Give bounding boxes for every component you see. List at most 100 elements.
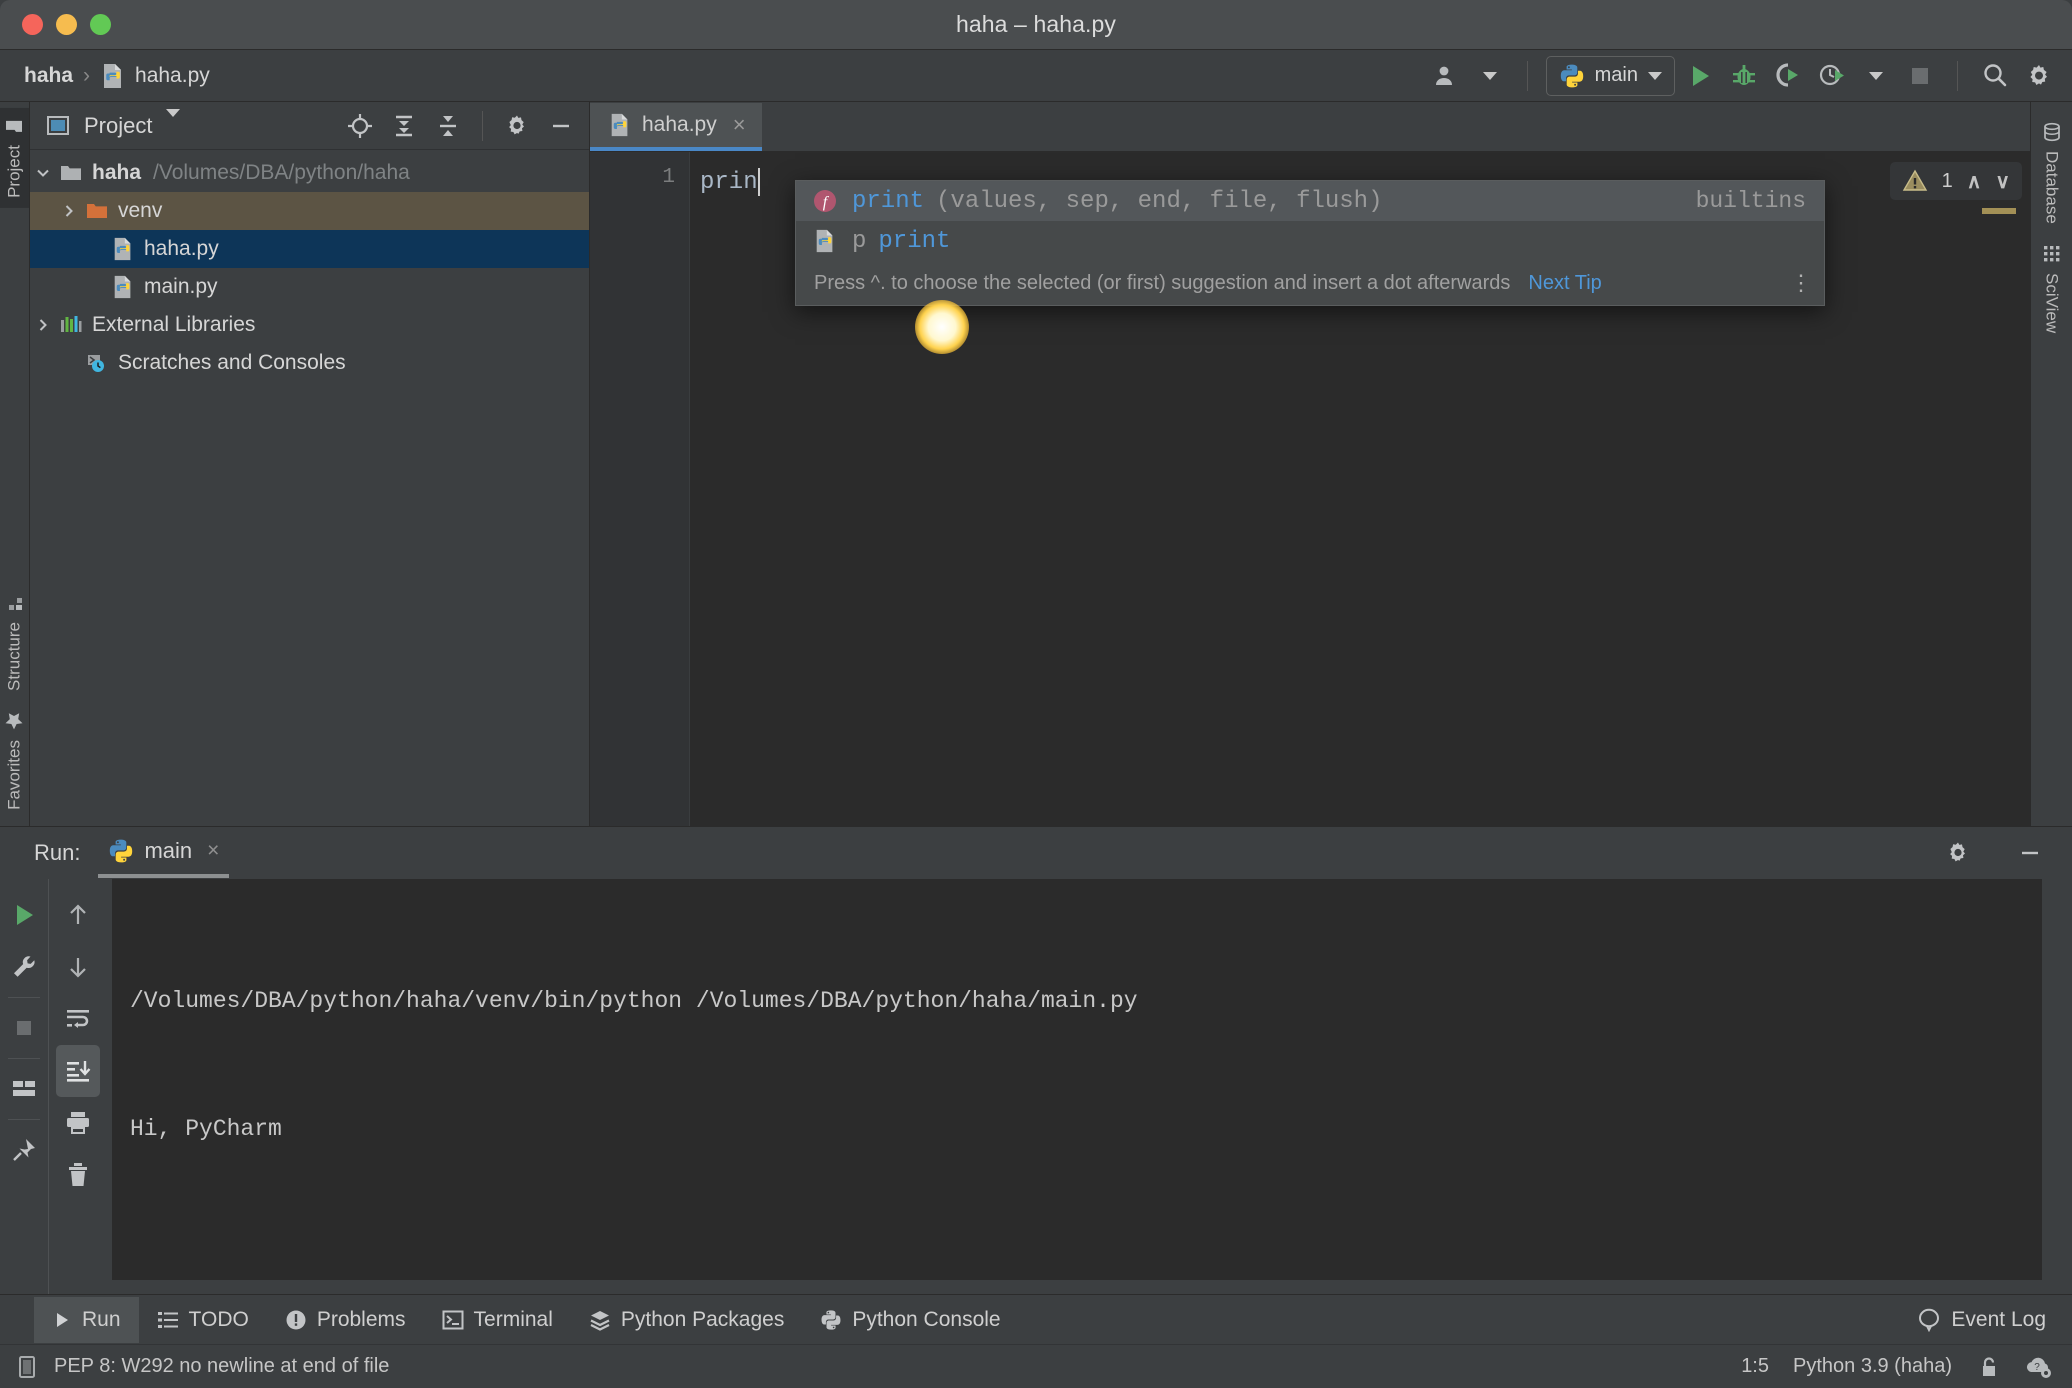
pycharm-window: haha – haha.py haha › haha.py	[0, 0, 2072, 1388]
favorites-tab-label: Favorites	[5, 740, 25, 810]
debug-button[interactable]	[1725, 57, 1763, 95]
tool-button-python-packages-label: Python Packages	[621, 1308, 784, 1332]
autocomplete-popup[interactable]: f print(values, sep, end, file, flush) b…	[795, 180, 1825, 306]
run-console-output[interactable]: /Volumes/DBA/python/haha/venv/bin/python…	[112, 879, 2042, 1280]
run-settings-gear-icon[interactable]	[1940, 835, 1976, 871]
document-icon[interactable]	[14, 1354, 40, 1380]
rerun-icon[interactable]	[2, 889, 46, 941]
breadcrumb-file[interactable]: haha.py	[100, 63, 210, 89]
code-editor[interactable]: 1 prin 1	[590, 152, 2030, 826]
zoom-window-button[interactable]	[90, 14, 111, 35]
run-with-coverage-button[interactable]	[1769, 57, 1807, 95]
previous-problem-icon[interactable]: ∧	[1967, 169, 1982, 194]
next-tip-link[interactable]: Next Tip	[1528, 272, 1601, 295]
stop-button[interactable]	[1901, 57, 1939, 95]
database-icon	[2042, 122, 2062, 142]
tree-row-main-py[interactable]: main.py	[30, 268, 589, 306]
status-bar: PEP 8: W292 no newline at end of file 1:…	[0, 1344, 2072, 1388]
tool-button-run[interactable]: Run	[34, 1297, 139, 1343]
trash-icon[interactable]	[56, 1149, 100, 1201]
unlock-icon[interactable]	[1976, 1355, 2000, 1379]
profile-dropdown-icon[interactable]	[1857, 57, 1895, 95]
autocomplete-source: builtins	[1696, 188, 1806, 214]
settings-wrench-icon[interactable]	[2, 941, 46, 993]
tool-button-terminal-label: Terminal	[474, 1308, 553, 1332]
close-icon[interactable]: ×	[733, 112, 746, 138]
tool-button-terminal[interactable]: Terminal	[424, 1297, 571, 1343]
tool-button-run-label: Run	[82, 1308, 121, 1332]
autocomplete-item-print-builtin[interactable]: f print(values, sep, end, file, flush) b…	[796, 181, 1824, 221]
locate-icon[interactable]	[342, 108, 378, 144]
python-file-icon	[108, 237, 138, 261]
folder-icon	[56, 161, 86, 185]
chevron-down-icon[interactable]	[30, 165, 56, 181]
user-account-icon[interactable]	[1427, 57, 1465, 95]
project-settings-gear-icon[interactable]	[499, 108, 535, 144]
soft-wrap-icon[interactable]	[56, 993, 100, 1045]
down-arrow-icon[interactable]	[56, 941, 100, 993]
breadcrumb-project[interactable]: haha	[24, 64, 73, 88]
tree-row-external-libraries[interactable]: External Libraries	[30, 306, 589, 344]
caret-position[interactable]: 1:5	[1741, 1355, 1769, 1378]
event-log-button[interactable]: Event Log	[1917, 1308, 2072, 1332]
run-button[interactable]	[1681, 57, 1719, 95]
sidebar-item-sciview[interactable]: SciView	[2037, 234, 2067, 343]
editor-tab-haha-py[interactable]: haha.py ×	[590, 103, 762, 151]
close-icon[interactable]: ×	[207, 839, 219, 863]
close-window-button[interactable]	[22, 14, 43, 35]
stop-icon[interactable]	[2, 1002, 46, 1054]
print-icon[interactable]	[56, 1097, 100, 1149]
project-view-dropdown-icon[interactable]	[166, 117, 180, 135]
function-icon: f	[810, 188, 840, 214]
run-hide-panel-icon[interactable]	[2012, 835, 2048, 871]
sidebar-item-structure[interactable]: Structure	[0, 585, 29, 701]
scroll-to-end-icon[interactable]	[56, 1045, 100, 1097]
next-problem-icon[interactable]: ∨	[1995, 169, 2010, 194]
packages-icon	[589, 1309, 611, 1331]
chevron-right-icon[interactable]	[30, 317, 56, 333]
user-account-dropdown-icon[interactable]	[1471, 57, 1509, 95]
up-arrow-icon[interactable]	[56, 889, 100, 941]
project-tool-window: Project	[30, 102, 590, 826]
tree-row-venv[interactable]: venv	[30, 192, 589, 230]
chevron-right-icon[interactable]	[56, 203, 82, 219]
tool-button-python-packages[interactable]: Python Packages	[571, 1297, 802, 1343]
tree-label-external-libraries: External Libraries	[92, 313, 255, 337]
settings-gear-icon[interactable]	[2020, 57, 2058, 95]
pin-icon[interactable]	[2, 1124, 46, 1176]
sidebar-item-project[interactable]: Project	[0, 108, 29, 208]
tool-button-problems[interactable]: Problems	[267, 1297, 424, 1343]
main-body: Project Structure	[0, 102, 2072, 826]
tool-button-todo[interactable]: TODO	[139, 1297, 267, 1343]
hide-panel-icon[interactable]	[543, 108, 579, 144]
run-actions-toolbar	[0, 879, 48, 1294]
minimize-window-button[interactable]	[56, 14, 77, 35]
warning-marker-stripe[interactable]	[1982, 208, 2016, 214]
profile-button[interactable]	[1813, 57, 1851, 95]
tool-button-python-console-label: Python Console	[852, 1308, 1000, 1332]
sidebar-item-database[interactable]: Database	[2037, 112, 2067, 234]
run-tab-main[interactable]: main ×	[98, 828, 229, 878]
search-everywhere-icon[interactable]	[1976, 57, 2014, 95]
collapse-all-icon[interactable]	[430, 108, 466, 144]
breadcrumb-file-label: haha.py	[135, 64, 210, 88]
tree-label-scratches: Scratches and Consoles	[118, 351, 346, 375]
title-bar: haha – haha.py	[0, 0, 2072, 50]
run-configuration-selector[interactable]: main	[1546, 56, 1675, 96]
python-icon	[108, 838, 134, 864]
interpreter-indicator[interactable]: Python 3.9 (haha)	[1793, 1355, 1952, 1378]
more-options-icon[interactable]: ⋮	[1790, 277, 1812, 289]
help-cloud-icon[interactable]: ?	[2024, 1354, 2052, 1380]
tree-row-haha[interactable]: haha /Volumes/DBA/python/haha	[30, 154, 589, 192]
sciview-tab-label: SciView	[2042, 273, 2062, 333]
tree-path-haha: /Volumes/DBA/python/haha	[153, 161, 410, 185]
tool-button-python-console[interactable]: Python Console	[802, 1297, 1018, 1343]
sidebar-item-favorites[interactable]: Favorites	[0, 701, 29, 820]
tree-row-haha-py[interactable]: haha.py	[30, 230, 589, 268]
tree-row-scratches[interactable]: Scratches and Consoles	[30, 344, 589, 382]
right-tool-strip: Database SciView	[2030, 102, 2072, 826]
layout-icon[interactable]	[2, 1063, 46, 1115]
expand-all-icon[interactable]	[386, 108, 422, 144]
inspection-widget[interactable]: 1 ∧ ∨	[1890, 162, 2022, 200]
autocomplete-item-pprint[interactable]: pprint	[796, 221, 1824, 261]
